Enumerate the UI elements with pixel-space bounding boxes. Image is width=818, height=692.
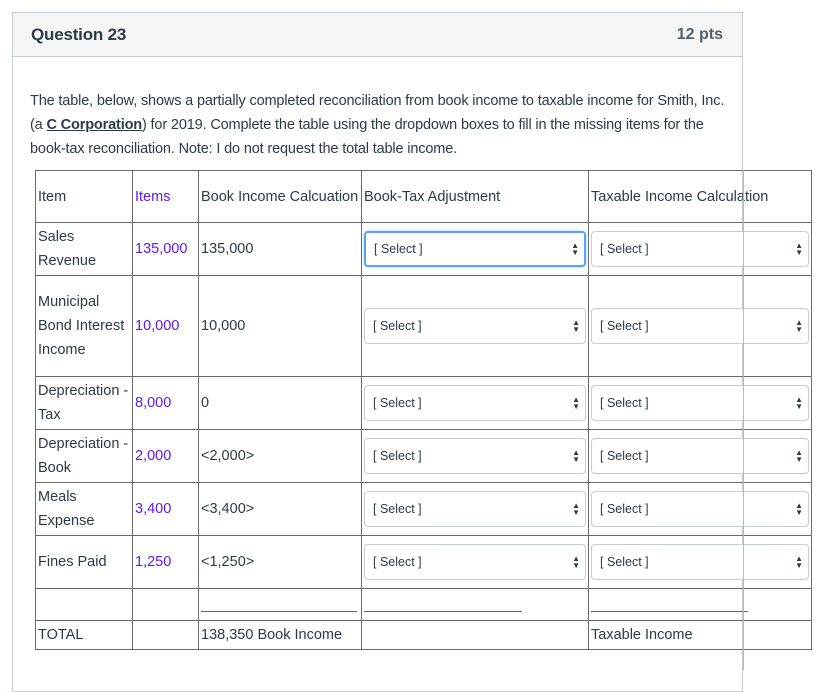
underline-cell: [588, 588, 812, 621]
select-value: [ Select ]: [373, 319, 422, 333]
select-arrows-icon: ▲ ▼: [795, 501, 803, 517]
taxable-select[interactable]: [ Select ] ▲ ▼: [591, 491, 809, 527]
select-arrows-icon: ▲ ▼: [795, 318, 803, 334]
select-arrows-icon: ▲ ▼: [571, 241, 579, 257]
underline-cell: [198, 588, 362, 621]
total-label: TOTAL: [35, 620, 133, 650]
question-points: 12 pts: [676, 25, 723, 43]
adjustment-select[interactable]: [ Select ] ▲ ▼: [364, 385, 586, 421]
row-book: 10,000: [198, 275, 362, 377]
tax-cell: [ Select ] ▲ ▼: [588, 535, 812, 589]
tax-cell: [ Select ] ▲ ▼: [588, 429, 812, 483]
row-item: Municipal Bond Interest Income: [35, 275, 133, 377]
row-amount: 3,400: [132, 482, 199, 536]
underline-divider: [201, 597, 357, 612]
underline-divider: [364, 597, 522, 612]
blank-cell: [361, 620, 589, 650]
tax-cell: [ Select ] ▲ ▼: [588, 376, 812, 430]
select-value: [ Select ]: [600, 449, 649, 463]
select-arrows-icon: ▲ ▼: [572, 318, 580, 334]
blank-cell: [132, 588, 199, 621]
select-value: [ Select ]: [600, 242, 649, 256]
row-item: Meals Expense: [35, 482, 133, 536]
header-adjustment: Book-Tax Adjustment: [361, 170, 589, 223]
row-book: 135,000: [198, 222, 362, 276]
taxable-select[interactable]: [ Select ] ▲ ▼: [591, 544, 809, 580]
header-items: Items: [132, 170, 199, 223]
row-book: 0: [198, 376, 362, 430]
total-book-income: 138,350 Book Income: [198, 620, 362, 650]
taxable-select[interactable]: [ Select ] ▲ ▼: [591, 231, 809, 267]
table-row: Depreciation - Tax 8,000 0 [ Select ] ▲ ▼ …: [35, 376, 812, 430]
select-arrows-icon: ▲ ▼: [795, 448, 803, 464]
table-row: Meals Expense 3,400 <3,400> [ Select ] ▲ ▼…: [35, 482, 812, 536]
row-amount: 1,250: [132, 535, 199, 589]
table-row: Sales Revenue 135,000 135,000 [ Select ]…: [35, 222, 812, 276]
select-value: [ Select ]: [373, 555, 422, 569]
taxable-select[interactable]: [ Select ] ▲ ▼: [591, 385, 809, 421]
total-taxable-income: Taxable Income: [588, 620, 812, 650]
adj-cell: [ Select ] ▲ ▼: [361, 482, 589, 536]
row-item: Depreciation - Tax: [35, 376, 133, 430]
select-arrows-icon: ▲ ▼: [572, 554, 580, 570]
row-item: Fines Paid: [35, 535, 133, 589]
adj-cell: [ Select ] ▲ ▼: [361, 222, 589, 276]
table-total-row: TOTAL 138,350 Book Income Taxable Income: [35, 620, 812, 650]
select-value: [ Select ]: [373, 502, 422, 516]
row-amount: 8,000: [132, 376, 199, 430]
select-arrows-icon: ▲ ▼: [795, 241, 803, 257]
select-value: [ Select ]: [600, 555, 649, 569]
adj-cell: [ Select ] ▲ ▼: [361, 429, 589, 483]
question-header: Question 23 12 pts: [13, 13, 742, 57]
select-value: [ Select ]: [373, 449, 422, 463]
select-value: [ Select ]: [600, 502, 649, 516]
blank-cell: [35, 588, 133, 621]
row-item: Depreciation - Book: [35, 429, 133, 483]
row-book: <1,250>: [198, 535, 362, 589]
adjustment-select[interactable]: [ Select ] ▲ ▼: [364, 231, 586, 267]
row-amount: 2,000: [132, 429, 199, 483]
c-corporation-link[interactable]: C Corporation: [46, 117, 142, 133]
tax-cell: [ Select ] ▲ ▼: [588, 482, 812, 536]
adj-cell: [ Select ] ▲ ▼: [361, 535, 589, 589]
header-item: Item: [35, 170, 133, 223]
row-amount: 10,000: [132, 275, 199, 377]
table-row: Fines Paid 1,250 <1,250> [ Select ] ▲ ▼ [ …: [35, 535, 812, 589]
adj-cell: [ Select ] ▲ ▼: [361, 275, 589, 377]
header-book-income: Book Income Calcuation: [198, 170, 362, 223]
tax-cell: [ Select ] ▲ ▼: [588, 275, 812, 377]
blank-cell: [132, 620, 199, 650]
row-book: <3,400>: [198, 482, 362, 536]
row-item: Sales Revenue: [35, 222, 133, 276]
select-value: [ Select ]: [373, 396, 422, 410]
table-blank-row: [35, 588, 812, 621]
adjustment-select[interactable]: [ Select ] ▲ ▼: [364, 308, 586, 344]
select-arrows-icon: ▲ ▼: [572, 395, 580, 411]
table-row: Municipal Bond Interest Income 10,000 10…: [35, 275, 812, 377]
select-arrows-icon: ▲ ▼: [572, 501, 580, 517]
row-book: <2,000>: [198, 429, 362, 483]
select-arrows-icon: ▲ ▼: [795, 395, 803, 411]
table-row: Depreciation - Book 2,000 <2,000> [ Sele…: [35, 429, 812, 483]
row-amount: 135,000: [132, 222, 199, 276]
select-arrows-icon: ▲ ▼: [795, 554, 803, 570]
adj-cell: [ Select ] ▲ ▼: [361, 376, 589, 430]
select-value: [ Select ]: [600, 319, 649, 333]
underline-divider: [591, 597, 748, 612]
select-value: [ Select ]: [374, 242, 423, 256]
tax-cell: [ Select ] ▲ ▼: [588, 222, 812, 276]
taxable-select[interactable]: [ Select ] ▲ ▼: [591, 308, 809, 344]
adjustment-select[interactable]: [ Select ] ▲ ▼: [364, 438, 586, 474]
adjustment-select[interactable]: [ Select ] ▲ ▼: [364, 544, 586, 580]
question-title: Question 23: [31, 24, 127, 44]
taxable-select[interactable]: [ Select ] ▲ ▼: [591, 438, 809, 474]
header-taxable: Taxable Income Calculation: [588, 170, 812, 223]
table-header-row: Item Items Book Income Calcuation Book-T…: [35, 170, 812, 223]
select-arrows-icon: ▲ ▼: [572, 448, 580, 464]
select-value: [ Select ]: [600, 396, 649, 410]
adjustment-select[interactable]: [ Select ] ▲ ▼: [364, 491, 586, 527]
reconciliation-table: Item Items Book Income Calcuation Book-T…: [35, 170, 812, 650]
underline-cell: [361, 588, 589, 621]
question-text: The table, below, shows a partially comp…: [30, 89, 730, 161]
